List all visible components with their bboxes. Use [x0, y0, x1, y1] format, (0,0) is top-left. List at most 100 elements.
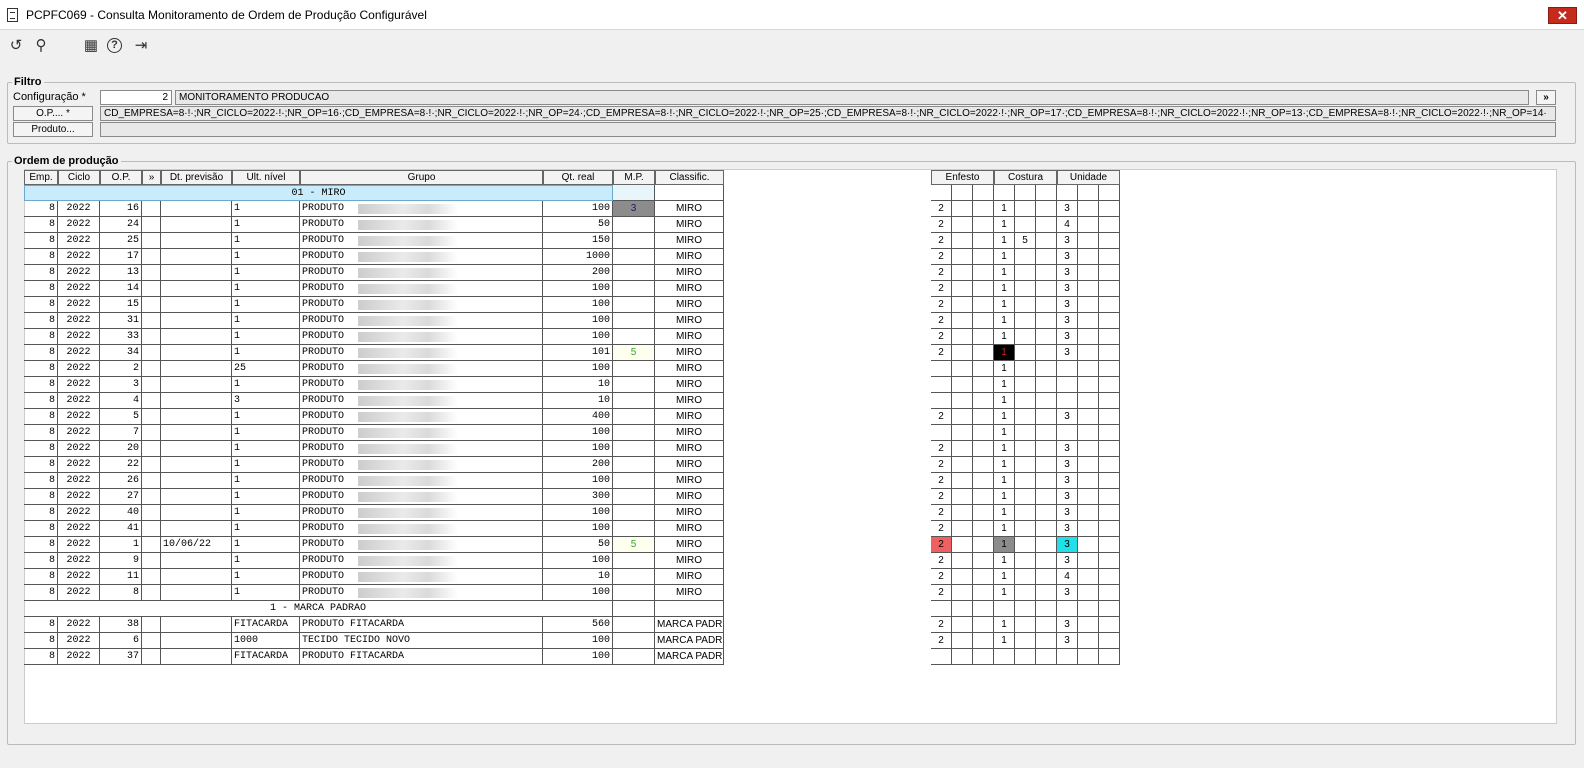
title-bar: PCPFC069 - Consulta Monitoramento de Ord…: [0, 0, 1584, 30]
column-header[interactable]: M.P.: [613, 170, 655, 185]
table-row[interactable]: 8 2022 9 1 PRODUTO 100 MIRO 2 1 3: [24, 553, 1124, 569]
table-row[interactable]: 8 2022 17 1 PRODUTO 1000 MIRO 2 1 3: [24, 249, 1124, 265]
status-cell: [1036, 409, 1057, 425]
cell-ult: 1000: [232, 633, 300, 649]
cell-ult: FITACARDA: [232, 617, 300, 633]
table-row[interactable]: 8 2022 38 FITACARDA PRODUTO FITACARDA 560 MARC…: [24, 617, 1124, 633]
status-cell: [952, 233, 973, 249]
table-row[interactable]: 8 2022 26 1 PRODUTO 100 MIRO 2 1 3: [24, 473, 1124, 489]
column-header[interactable]: Grupo: [300, 170, 543, 185]
table-row[interactable]: 8 2022 27 1 PRODUTO 300 MIRO 2 1 3: [24, 489, 1124, 505]
table-row[interactable]: 8 2022 14 1 PRODUTO 100 MIRO 2 1 3: [24, 281, 1124, 297]
column-header[interactable]: Ult. nível: [232, 170, 300, 185]
table-row[interactable]: 8 2022 24 1 PRODUTO 50 MIRO 2 1 4: [24, 217, 1124, 233]
status-cell: [1099, 265, 1120, 281]
cell-ult: 1: [232, 521, 300, 537]
status-cell: [1099, 505, 1120, 521]
cell-ult: 1: [232, 297, 300, 313]
status-cell: 2: [931, 617, 952, 633]
status-cell: 2: [931, 473, 952, 489]
column-header[interactable]: Emp.: [24, 170, 58, 185]
status-cell: [1036, 441, 1057, 457]
table-row[interactable]: 8 2022 8 1 PRODUTO 100 MIRO 2 1 3: [24, 585, 1124, 601]
table-row[interactable]: 8 2022 20 1 PRODUTO 100 MIRO 2 1 3: [24, 441, 1124, 457]
column-header[interactable]: Enfesto: [931, 170, 994, 185]
status-cell: [1015, 553, 1036, 569]
cell-dt: [161, 569, 232, 585]
column-header[interactable]: »: [142, 170, 161, 185]
status-cell: [1015, 313, 1036, 329]
cell-ult: 1: [232, 537, 300, 553]
table-row[interactable]: 8 2022 3 1 PRODUTO 10 MIRO 1: [24, 377, 1124, 393]
column-header[interactable]: Costura: [994, 170, 1057, 185]
table-row[interactable]: 8 2022 13 1 PRODUTO 200 MIRO 2 1 3: [24, 265, 1124, 281]
more-button[interactable]: »: [1536, 90, 1556, 105]
cell-emp: 8: [24, 281, 58, 297]
table-row[interactable]: 8 2022 5 1 PRODUTO 400 MIRO 2 1 3: [24, 409, 1124, 425]
status-cell: [952, 313, 973, 329]
mp-cell: [613, 601, 655, 617]
table-row[interactable]: 8 2022 41 1 PRODUTO 100 MIRO 2 1 3: [24, 521, 1124, 537]
table-row[interactable]: 8 2022 37 FITACARDA PRODUTO FITACARDA 100 MARC…: [24, 649, 1124, 665]
column-header[interactable]: Qt. real: [543, 170, 613, 185]
table-row[interactable]: 8 2022 2 25 PRODUTO 100 MIRO 1: [24, 361, 1124, 377]
help-icon[interactable]: ?: [107, 38, 122, 53]
cell-ciclo: 2022: [58, 393, 100, 409]
status-cell: 1: [994, 585, 1015, 601]
table-row[interactable]: 8 2022 1 10/06/22 1 PRODUTO 50 5 MIRO 2 1 3: [24, 537, 1124, 553]
table-row[interactable]: 8 2022 6 1000 TECIDO TECIDO NOVO 100 MARCA PAD…: [24, 633, 1124, 649]
cell-emp: 8: [24, 201, 58, 217]
status-cell: 1: [994, 553, 1015, 569]
op-filter-input[interactable]: CD_EMPRESA=8·!·;NR_CICLO=2022·!·;NR_OP=1…: [100, 106, 1556, 121]
cell-emp: 8: [24, 233, 58, 249]
status-cell: 2: [931, 281, 952, 297]
table-row[interactable]: 8 2022 31 1 PRODUTO 100 MIRO 2 1 3: [24, 313, 1124, 329]
cell-op: 41: [100, 521, 142, 537]
status-cell: [1078, 233, 1099, 249]
cell-ciclo: 2022: [58, 409, 100, 425]
status-cell: [1099, 633, 1120, 649]
column-header[interactable]: Unidade: [1057, 170, 1120, 185]
status-cell: [1015, 617, 1036, 633]
table-row[interactable]: 8 2022 15 1 PRODUTO 100 MIRO 2 1 3: [24, 297, 1124, 313]
column-header[interactable]: O.P.: [100, 170, 142, 185]
cell-dt: [161, 409, 232, 425]
cell-expand: [142, 281, 161, 297]
cell-op: 34: [100, 345, 142, 361]
cell-cls: MIRO: [655, 361, 724, 377]
configuration-input[interactable]: 2: [100, 90, 172, 105]
table-row[interactable]: 8 2022 16 1 PRODUTO 100 3 MIRO 2 1 3: [24, 201, 1124, 217]
table-row[interactable]: 8 2022 33 1 PRODUTO 100 MIRO 2 1 3: [24, 329, 1124, 345]
status-cell: [973, 649, 994, 665]
table-row[interactable]: 8 2022 7 1 PRODUTO 100 MIRO 1: [24, 425, 1124, 441]
status-cell: [1078, 393, 1099, 409]
table-row[interactable]: 8 2022 11 1 PRODUTO 10 MIRO 2 1 4: [24, 569, 1124, 585]
cell-op: 37: [100, 649, 142, 665]
group-row[interactable]: 1 - MARCA PADRAO: [24, 601, 1120, 617]
status-cell: [1057, 185, 1078, 201]
group-row[interactable]: 01 - MIRO: [24, 185, 1120, 201]
filter-legend: Filtro: [14, 76, 42, 88]
cell-ciclo: 2022: [58, 425, 100, 441]
produto-filter-input[interactable]: [100, 122, 1556, 137]
search-icon[interactable]: ⚲: [32, 37, 50, 55]
status-cell: [1036, 489, 1057, 505]
undo-icon[interactable]: ↺: [7, 37, 25, 55]
close-button[interactable]: ✕: [1548, 7, 1577, 24]
op-button[interactable]: O.P.... *: [13, 106, 93, 121]
status-cell: [1099, 473, 1120, 489]
status-cell: 1: [994, 537, 1015, 553]
status-cell: 2: [931, 201, 952, 217]
table-row[interactable]: 8 2022 40 1 PRODUTO 100 MIRO 2 1 3: [24, 505, 1124, 521]
table-row[interactable]: 8 2022 34 1 PRODUTO 101 5 MIRO 2 1 3: [24, 345, 1124, 361]
status-cell: [952, 601, 973, 617]
column-header[interactable]: Ciclo: [58, 170, 100, 185]
table-row[interactable]: 8 2022 4 3 PRODUTO 10 MIRO 1: [24, 393, 1124, 409]
produto-button[interactable]: Produto...: [13, 122, 93, 137]
table-row[interactable]: 8 2022 25 1 PRODUTO 150 MIRO 2 1 5 3: [24, 233, 1124, 249]
exit-icon[interactable]: ⇥: [132, 37, 150, 55]
column-header[interactable]: Dt. previsão: [161, 170, 232, 185]
calendar-icon[interactable]: ▦: [82, 37, 100, 55]
table-row[interactable]: 8 2022 22 1 PRODUTO 200 MIRO 2 1 3: [24, 457, 1124, 473]
column-header[interactable]: Classific.: [655, 170, 724, 185]
